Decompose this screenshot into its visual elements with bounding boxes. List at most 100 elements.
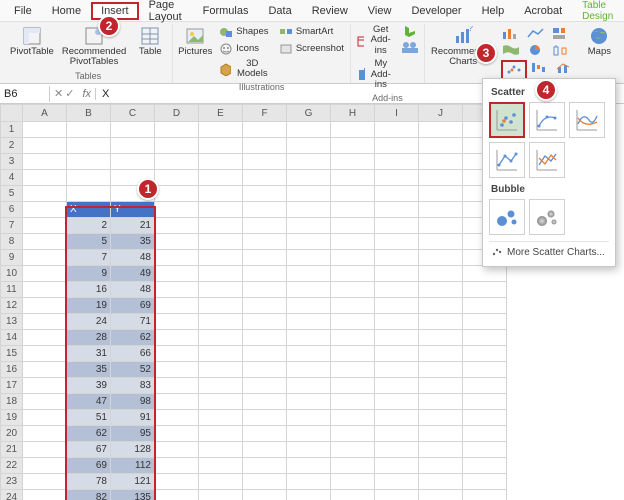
cell[interactable]: 69 — [111, 298, 155, 314]
cell[interactable]: 5 — [67, 234, 111, 250]
cell[interactable] — [375, 122, 419, 138]
row-header[interactable]: 22 — [1, 458, 23, 474]
cell[interactable]: 19 — [67, 298, 111, 314]
row-header[interactable]: 1 — [1, 122, 23, 138]
cell[interactable] — [155, 234, 199, 250]
cell[interactable] — [23, 346, 67, 362]
pie-chart-icon[interactable] — [526, 43, 548, 57]
cell[interactable] — [199, 490, 243, 500]
cell[interactable] — [155, 186, 199, 202]
cell[interactable] — [243, 490, 287, 500]
cell[interactable] — [419, 234, 463, 250]
cell[interactable] — [155, 426, 199, 442]
cell[interactable] — [375, 346, 419, 362]
row-header[interactable]: 16 — [1, 362, 23, 378]
cell[interactable] — [419, 458, 463, 474]
cell[interactable] — [155, 330, 199, 346]
cell[interactable] — [155, 282, 199, 298]
cell[interactable] — [199, 202, 243, 218]
cell[interactable] — [287, 346, 331, 362]
cell[interactable] — [287, 186, 331, 202]
cell[interactable]: 66 — [111, 346, 155, 362]
cell[interactable] — [331, 490, 375, 500]
cell[interactable] — [331, 266, 375, 282]
cell[interactable] — [463, 474, 507, 490]
hierarchy-chart-icon[interactable] — [551, 26, 573, 40]
cell[interactable]: 2 — [67, 218, 111, 234]
cell[interactable] — [375, 298, 419, 314]
cell[interactable] — [199, 218, 243, 234]
cell[interactable]: 21 — [111, 218, 155, 234]
cell[interactable] — [463, 490, 507, 500]
cell[interactable] — [23, 234, 67, 250]
cell[interactable] — [155, 314, 199, 330]
row-header[interactable]: 3 — [1, 154, 23, 170]
table-button[interactable]: Table — [132, 24, 168, 59]
cell[interactable] — [287, 362, 331, 378]
cell[interactable] — [155, 218, 199, 234]
cell[interactable] — [375, 394, 419, 410]
map-chart-icon[interactable] — [501, 43, 523, 57]
cell[interactable] — [463, 346, 507, 362]
cell[interactable] — [243, 122, 287, 138]
cell[interactable] — [463, 458, 507, 474]
cell[interactable] — [23, 394, 67, 410]
cell[interactable] — [111, 138, 155, 154]
cell[interactable] — [243, 250, 287, 266]
tab-view[interactable]: View — [358, 2, 402, 20]
cell[interactable] — [287, 442, 331, 458]
cell[interactable] — [23, 170, 67, 186]
cell[interactable] — [287, 122, 331, 138]
cell[interactable] — [243, 186, 287, 202]
line-chart-icon[interactable] — [526, 26, 548, 40]
cell[interactable]: 48 — [111, 250, 155, 266]
cell[interactable] — [331, 154, 375, 170]
fx-label[interactable]: fx — [78, 88, 96, 100]
cell[interactable] — [419, 330, 463, 346]
cell[interactable] — [287, 330, 331, 346]
cell[interactable]: 62 — [111, 330, 155, 346]
cell[interactable] — [199, 346, 243, 362]
col-header[interactable]: C — [111, 105, 155, 122]
cell[interactable] — [375, 202, 419, 218]
cell[interactable]: 121 — [111, 474, 155, 490]
cell[interactable] — [331, 202, 375, 218]
cell[interactable]: 128 — [111, 442, 155, 458]
cell[interactable]: 47 — [67, 394, 111, 410]
cell[interactable]: 71 — [111, 314, 155, 330]
cell[interactable] — [243, 378, 287, 394]
cell[interactable] — [331, 346, 375, 362]
waterfall-chart-icon[interactable] — [530, 60, 552, 74]
cell[interactable] — [243, 314, 287, 330]
cell[interactable] — [23, 186, 67, 202]
cell[interactable] — [243, 282, 287, 298]
cell[interactable] — [287, 298, 331, 314]
tab-table-design[interactable]: Table Design — [572, 0, 624, 25]
models-button[interactable]: 3D Models — [217, 58, 273, 81]
cell[interactable] — [155, 458, 199, 474]
cell[interactable] — [243, 266, 287, 282]
cell[interactable] — [23, 122, 67, 138]
cell[interactable] — [331, 362, 375, 378]
scatter-option-markers[interactable] — [489, 102, 525, 138]
cell[interactable] — [287, 474, 331, 490]
cell[interactable] — [375, 138, 419, 154]
cell[interactable] — [23, 282, 67, 298]
cell[interactable] — [155, 202, 199, 218]
cell[interactable]: 83 — [111, 378, 155, 394]
cell[interactable] — [375, 330, 419, 346]
cell[interactable] — [419, 394, 463, 410]
cell[interactable] — [331, 218, 375, 234]
cell[interactable]: 69 — [67, 458, 111, 474]
cell[interactable]: 78 — [67, 474, 111, 490]
cell[interactable] — [331, 442, 375, 458]
cell[interactable] — [331, 426, 375, 442]
cell[interactable]: 39 — [67, 378, 111, 394]
cell[interactable] — [375, 186, 419, 202]
people-icon[interactable] — [400, 40, 420, 54]
get-addins-button[interactable]: Get Add-ins — [355, 24, 396, 57]
cell[interactable] — [155, 298, 199, 314]
cell[interactable] — [419, 170, 463, 186]
cell[interactable] — [287, 138, 331, 154]
row-header[interactable]: 11 — [1, 282, 23, 298]
